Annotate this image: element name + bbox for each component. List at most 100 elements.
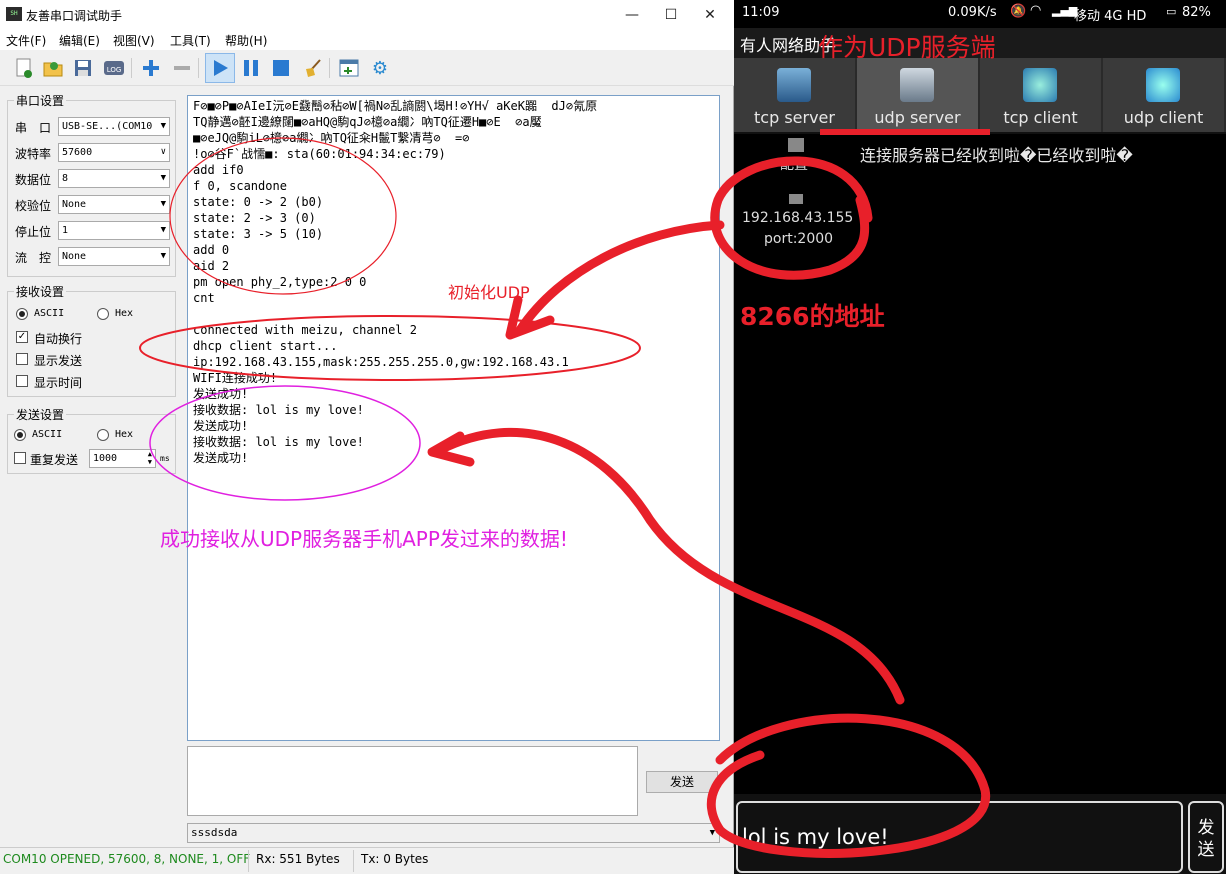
wifi-icon: ◠ [1030, 3, 1042, 18]
battery-icon: ▭ [1166, 5, 1177, 18]
serial-settings-title: 串口设置 [14, 92, 67, 109]
tab-tcp-client[interactable]: tcp client [980, 58, 1101, 132]
tab-udp-client-label: udp client [1123, 108, 1204, 127]
play-icon[interactable] [205, 53, 235, 83]
send-history-value: sssdsda [191, 826, 238, 839]
menu-bar: 文件(F) 编辑(E) 视图(V) 工具(T) 帮助(H) [0, 30, 734, 50]
receive-line: state: 2 -> 3 (0) [193, 211, 316, 225]
data-bits-label: 数据位 [15, 173, 52, 187]
menu-tools[interactable]: 工具(T) [170, 32, 211, 49]
show-time-label: 显示时间 [34, 376, 83, 390]
chevron-down-icon: ▼ [160, 121, 166, 131]
phone-status-bar: 11:09 0.09K/s 🔕 ◠ ▂▄▆ 移动 4G HD ▭ 82% [734, 0, 1226, 28]
flow-control-value: None [62, 251, 87, 262]
port-select[interactable]: USB-SE...(COM10 ▼ [58, 117, 170, 136]
receive-line: add if0 [193, 163, 244, 177]
device-ip[interactable]: 192.168.43.155 [742, 210, 853, 226]
toolbar: LOG ⚙ [0, 50, 734, 86]
maximize-button[interactable]: ☐ [651, 0, 691, 30]
stop-icon[interactable] [269, 56, 293, 80]
settings-gear-icon[interactable]: ⚙ [368, 56, 392, 80]
receive-line: 发送成功! [193, 387, 249, 401]
receive-line: f 0, scandone [193, 179, 287, 193]
recv-ascii-radio[interactable] [16, 308, 28, 320]
auto-wrap-label: 自动换行 [34, 332, 83, 346]
server-icon [900, 68, 934, 102]
parity-label: 校验位 [15, 199, 52, 213]
receive-line: 接收数据: lol is my love! [193, 435, 364, 449]
save-icon[interactable] [71, 56, 95, 80]
send-history-combo[interactable]: sssdsda ▼ [187, 823, 720, 843]
status-bar: COM10 OPENED, 57600, 8, NONE, 1, OFF Rx:… [0, 847, 734, 874]
close-button[interactable]: ✕ [690, 0, 730, 30]
menu-help[interactable]: 帮助(H) [225, 32, 267, 49]
recv-ascii-label: ASCII [34, 308, 65, 319]
receive-line: ■⊘eJQ@駒iL⊘檍⊘a繝冫吶TQ征籴H鬛T繫凊芎⊘ =⊘ [193, 131, 470, 145]
phone-content: 配置 连接服务器已经收到啦�已经收到啦� 192.168.43.155 port… [734, 134, 1226, 794]
tx-count: Tx: 0 Bytes [361, 852, 429, 866]
phone-time: 11:09 [742, 5, 780, 20]
receive-text-area[interactable]: F⊘■⊘P■⊘AIeI沅⊘E鼗鬝⊘秥⊘W[禍N⊘乱謪閼\堨H!⊘YH√ aKeK… [187, 95, 720, 741]
open-folder-icon[interactable] [41, 56, 65, 80]
menu-view[interactable]: 视图(V) [113, 32, 155, 49]
send-ascii-label: ASCII [32, 429, 63, 440]
tab-tcp-server[interactable]: tcp server [734, 58, 855, 132]
interval-input[interactable]: 1000 ▲ ▼ [89, 449, 156, 468]
repeat-send-checkbox[interactable] [14, 452, 26, 464]
menu-edit[interactable]: 编辑(E) [59, 32, 100, 49]
spinner-icon: ▲ ▼ [147, 450, 152, 466]
clear-broom-icon[interactable] [301, 56, 325, 80]
chevron-down-icon: ∨ [160, 147, 166, 157]
pause-icon[interactable] [239, 56, 263, 80]
parity-select[interactable]: None ▼ [58, 195, 170, 214]
chevron-down-icon: ▼ [709, 828, 715, 838]
baud-label: 波特率 [15, 147, 52, 161]
send-hex-radio[interactable] [97, 429, 109, 441]
data-bits-select[interactable]: 8 ▼ [58, 169, 170, 188]
status-divider [353, 850, 354, 872]
window-title: 友善串口调试助手 [26, 9, 123, 23]
interval-unit: ms [160, 454, 170, 463]
port-value: USB-SE...(COM10 [62, 121, 153, 132]
log-icon[interactable]: LOG [102, 56, 126, 80]
send-button[interactable]: 发送 [646, 771, 718, 793]
phone-send-button[interactable]: 发送 [1188, 801, 1224, 873]
status-divider [248, 850, 249, 872]
config-label[interactable]: 配置 [780, 154, 808, 174]
send-hex-label: Hex [115, 429, 134, 440]
flow-control-select[interactable]: None ▼ [58, 247, 170, 266]
menu-file[interactable]: 文件(F) [6, 32, 46, 49]
rx-count: Rx: 551 Bytes [256, 852, 340, 866]
new-window-icon[interactable] [337, 56, 361, 80]
new-icon[interactable] [12, 56, 36, 80]
send-text-area[interactable] [187, 746, 638, 816]
chevron-down-icon: ▼ [160, 199, 166, 209]
phone-app-title: 有人网络助手 [740, 36, 837, 55]
tab-udp-server[interactable]: udp server [857, 58, 978, 132]
recv-hex-radio[interactable] [97, 308, 109, 320]
tab-udp-server-label: udp server [874, 108, 961, 127]
remove-icon[interactable] [170, 56, 194, 80]
receive-line: dhcp client start... [193, 339, 338, 353]
show-send-checkbox[interactable] [16, 353, 28, 365]
chevron-down-icon: ▼ [160, 251, 166, 261]
send-ascii-radio[interactable] [14, 429, 26, 441]
show-time-checkbox[interactable] [16, 375, 28, 387]
device-port[interactable]: port:2000 [764, 231, 833, 247]
chevron-down-icon: ▼ [160, 173, 166, 183]
baud-select[interactable]: 57600 ∨ [58, 143, 170, 162]
add-icon[interactable] [139, 56, 163, 80]
active-tab-indicator [857, 129, 978, 132]
minimize-button[interactable]: — [612, 0, 652, 30]
stop-bits-select[interactable]: 1 ▼ [58, 221, 170, 240]
auto-wrap-checkbox[interactable]: ✓ [16, 331, 28, 343]
received-message: 连接服务器已经收到啦�已经收到啦� [860, 146, 1133, 165]
repeat-send-label: 重复发送 [30, 453, 79, 467]
tab-udp-client[interactable]: udp client [1103, 58, 1224, 132]
globe-icon [1146, 68, 1180, 102]
phone-message-input[interactable]: lol is my love! [736, 801, 1183, 873]
phone-tab-bar: tcp server udp server tcp client udp cli… [734, 58, 1226, 132]
serial-assistant-window: SH 友善串口调试助手 — ☐ ✕ 文件(F) 编辑(E) 视图(V) 工具(T… [0, 0, 734, 874]
app-icon: SH [6, 7, 22, 21]
receive-line: add 0 [193, 243, 230, 257]
